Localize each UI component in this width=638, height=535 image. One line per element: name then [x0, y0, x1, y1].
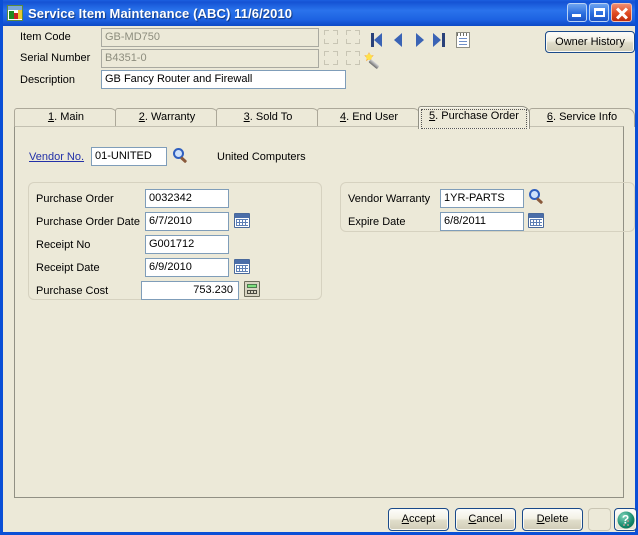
delete-accel: D	[536, 513, 545, 525]
tab-panel-purchase-order: Vendor No. 01-UNITED United Computers Pu…	[14, 126, 635, 498]
serial-number-expand-icon[interactable]	[324, 51, 338, 65]
previous-record-button[interactable]	[392, 32, 407, 48]
purchase-cost-calculator-icon[interactable]	[244, 281, 260, 297]
description-field[interactable]: GB Fancy Router and Firewall	[101, 70, 346, 89]
tab-main-label: . Main	[54, 111, 85, 123]
item-code-expand-icon[interactable]	[324, 30, 338, 44]
memo-icon[interactable]	[456, 32, 470, 48]
magic-wand-icon[interactable]	[364, 52, 381, 70]
serial-number-field[interactable]: B4351-0	[101, 49, 319, 68]
expire-date-calendar-icon[interactable]	[528, 213, 544, 228]
vendor-lookup-icon[interactable]	[173, 148, 189, 164]
tab-sold-to-label: . Sold To	[249, 111, 293, 123]
first-record-button[interactable]	[371, 32, 386, 48]
title-bar[interactable]: Service Item Maintenance (ABC) 11/6/2010	[3, 0, 635, 26]
cancel-button[interactable]: Cancel	[455, 508, 516, 531]
purchase-order-field[interactable]: 0032342	[145, 189, 229, 208]
accept-accel: A	[401, 513, 410, 525]
item-code-field[interactable]: GB-MD750	[101, 28, 319, 47]
window-title: Service Item Maintenance (ABC) 11/6/2010	[28, 5, 293, 21]
vendor-no-link[interactable]: Vendor No.	[29, 151, 84, 163]
resize-grip[interactable]	[620, 517, 630, 527]
purchase-order-date-label: Purchase Order Date	[36, 216, 140, 228]
application-window: Service Item Maintenance (ABC) 11/6/2010…	[0, 0, 638, 535]
purchase-order-date-calendar-icon[interactable]	[234, 213, 250, 228]
minimize-button[interactable]	[567, 3, 587, 22]
receipt-no-label: Receipt No	[36, 239, 91, 251]
tab-service-info[interactable]: 6. Service Info	[529, 108, 635, 127]
tab-end-user[interactable]: 4. End User	[317, 108, 421, 127]
tab-service-info-label: . Service Info	[552, 111, 618, 123]
receipt-date-calendar-icon[interactable]	[234, 259, 250, 274]
tab-strip: 1. Main 2. Warranty 3. Sold To 4. End Us…	[14, 106, 635, 129]
tab-warranty-label: . Warranty	[144, 111, 196, 123]
delete-button[interactable]: Delete	[522, 508, 583, 531]
tab-end-user-label: . End User	[346, 111, 399, 123]
header-fields: Item Code GB-MD750 Serial Number B4351-0…	[6, 26, 635, 98]
serial-number-drilldown-icon[interactable]	[346, 51, 360, 65]
purchase-cost-field[interactable]: 753.230	[141, 281, 239, 300]
item-code-label: Item Code	[20, 31, 71, 43]
purchase-cost-label: Purchase Cost	[36, 285, 109, 297]
vendor-warranty-lookup-icon[interactable]	[529, 189, 545, 205]
purchase-order-date-field[interactable]: 6/7/2010	[145, 212, 229, 231]
purchase-order-label: Purchase Order	[36, 193, 114, 205]
receipt-date-label: Receipt Date	[36, 262, 100, 274]
expire-date-label: Expire Date	[348, 216, 406, 228]
tab-purchase-order[interactable]: 5. Purchase Order	[418, 106, 530, 129]
close-button[interactable]	[611, 3, 632, 22]
item-code-drilldown-icon[interactable]	[346, 30, 360, 44]
spare-button[interactable]	[588, 508, 611, 531]
client-area: Item Code GB-MD750 Serial Number B4351-0…	[6, 26, 637, 531]
window-controls	[567, 3, 632, 22]
owner-history-label: Owner History	[555, 36, 625, 48]
next-record-button[interactable]	[413, 32, 428, 48]
accept-label: ccept	[409, 513, 436, 525]
receipt-date-field[interactable]: 6/9/2010	[145, 258, 229, 277]
expire-date-field[interactable]: 6/8/2011	[440, 212, 524, 231]
vendor-warranty-label: Vendor Warranty	[348, 193, 431, 205]
vendor-warranty-field[interactable]: 1YR-PARTS	[440, 189, 524, 208]
tab-sold-to[interactable]: 3. Sold To	[216, 108, 320, 127]
owner-history-button[interactable]: Owner History	[545, 31, 635, 53]
maximize-button[interactable]	[589, 3, 609, 22]
vendor-name-text: United Computers	[217, 151, 306, 163]
app-icon	[7, 5, 23, 21]
description-label: Description	[20, 74, 76, 86]
serial-number-label: Serial Number	[20, 52, 91, 64]
tab-main[interactable]: 1. Main	[14, 108, 118, 127]
accept-button[interactable]: Accept	[388, 508, 449, 531]
vendor-no-field[interactable]: 01-UNITED	[91, 147, 167, 166]
tab-warranty[interactable]: 2. Warranty	[115, 108, 219, 127]
delete-label: elete	[544, 513, 569, 525]
tab-purchase-order-label: . Purchase Order	[435, 110, 519, 122]
cancel-label: ancel	[476, 513, 503, 525]
last-record-button[interactable]	[433, 32, 448, 48]
receipt-no-field[interactable]: G001712	[145, 235, 229, 254]
